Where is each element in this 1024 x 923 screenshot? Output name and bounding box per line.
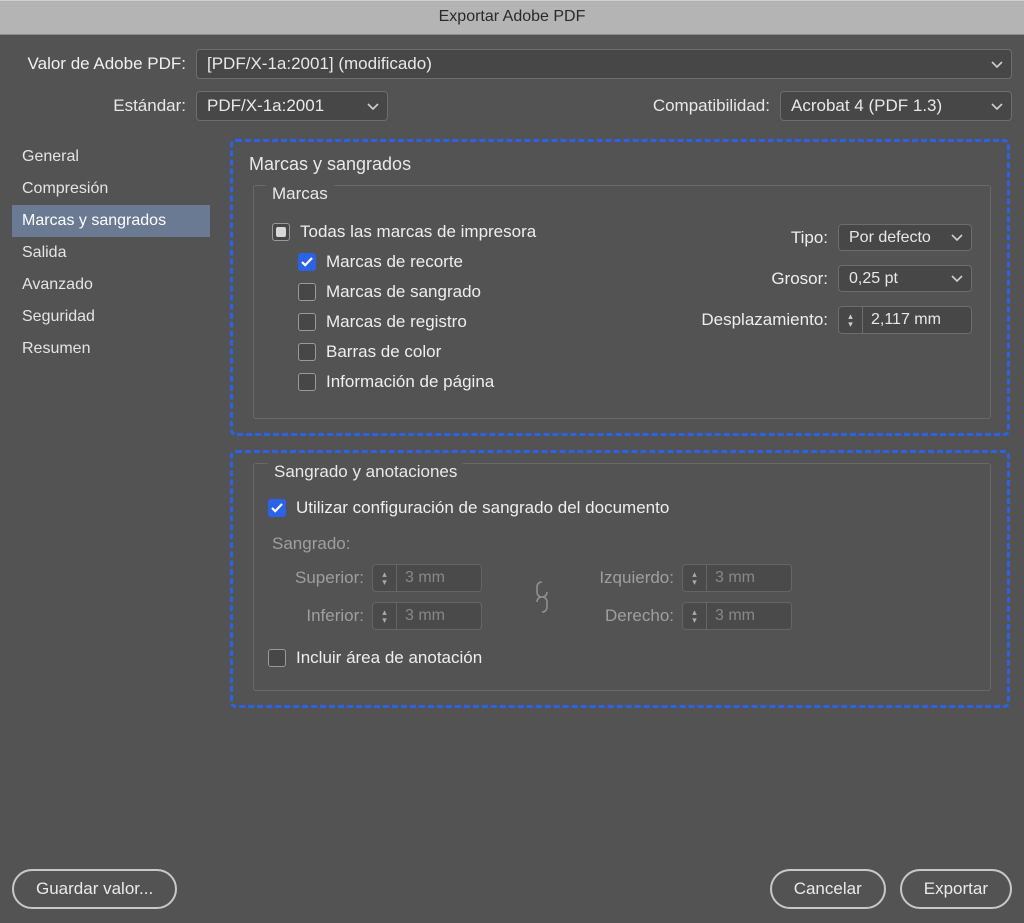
- bleed-marks-label: Marcas de sangrado: [326, 282, 481, 302]
- save-preset-button[interactable]: Guardar valor...: [12, 869, 177, 909]
- stepper-icon[interactable]: ▴▾: [839, 307, 863, 333]
- window-title: Exportar Adobe PDF: [0, 0, 1024, 35]
- bleed-group-label: Sangrado y anotaciones: [268, 462, 463, 482]
- sidebar-item-output[interactable]: Salida: [12, 237, 210, 269]
- compatibility-label: Compatibilidad:: [653, 96, 780, 116]
- registration-marks-label: Marcas de registro: [326, 312, 467, 332]
- marks-group-label: Marcas: [266, 184, 334, 204]
- sidebar-item-security[interactable]: Seguridad: [12, 301, 210, 333]
- include-slug-label: Incluir área de anotación: [296, 648, 482, 668]
- bleed-bottom-label: Inferior:: [272, 606, 372, 626]
- mark-weight-value: 0,25 pt: [849, 270, 898, 288]
- stepper-icon[interactable]: ▴▾: [683, 603, 707, 629]
- category-sidebar: General Compresión Marcas y sangrados Sa…: [12, 139, 210, 722]
- bleed-left-field[interactable]: ▴▾ 3 mm: [682, 564, 792, 592]
- bleed-subtitle: Sangrado:: [272, 534, 976, 554]
- sidebar-item-advanced[interactable]: Avanzado: [12, 269, 210, 301]
- mark-offset-field[interactable]: ▴▾ 2,117 mm: [838, 306, 972, 334]
- sidebar-item-summary[interactable]: Resumen: [12, 333, 210, 365]
- bleed-bottom-value: 3 mm: [397, 603, 481, 629]
- cancel-button[interactable]: Cancelar: [770, 869, 886, 909]
- mark-weight-label: Grosor:: [771, 269, 828, 289]
- mark-offset-value: 2,117 mm: [863, 307, 971, 333]
- page-info-checkbox[interactable]: Información de página: [298, 372, 642, 392]
- chevron-down-icon: [991, 54, 1003, 74]
- preset-label: Valor de Adobe PDF:: [12, 54, 196, 74]
- bleed-bottom-field[interactable]: ▴▾ 3 mm: [372, 602, 482, 630]
- bleed-marks-checkbox[interactable]: Marcas de sangrado: [298, 282, 642, 302]
- panel-title: Marcas y sangrados: [249, 154, 993, 175]
- mark-type-dropdown[interactable]: Por defecto: [838, 224, 972, 251]
- sidebar-item-marks-bleeds[interactable]: Marcas y sangrados: [12, 205, 210, 237]
- color-bars-checkbox[interactable]: Barras de color: [298, 342, 642, 362]
- bleed-right-field[interactable]: ▴▾ 3 mm: [682, 602, 792, 630]
- marks-fieldset: Marcas Todas las marcas de impresora Mar…: [253, 185, 991, 419]
- preset-value: [PDF/X-1a:2001] (modificado): [207, 54, 432, 74]
- stepper-icon[interactable]: ▴▾: [373, 603, 397, 629]
- compatibility-value: Acrobat 4 (PDF 1.3): [791, 96, 942, 116]
- use-document-bleed-label: Utilizar configuración de sangrado del d…: [296, 498, 669, 518]
- bleed-top-label: Superior:: [272, 568, 372, 588]
- link-icon[interactable]: [512, 580, 572, 614]
- crop-marks-label: Marcas de recorte: [326, 252, 463, 272]
- bleed-group-highlight: Sangrado y anotaciones Utilizar configur…: [230, 450, 1010, 708]
- marks-group-highlight: Marcas y sangrados Marcas Todas las marc…: [230, 139, 1010, 436]
- standard-dropdown[interactable]: PDF/X-1a:2001: [196, 91, 388, 121]
- standard-value: PDF/X-1a:2001: [207, 96, 324, 116]
- color-bars-label: Barras de color: [326, 342, 441, 362]
- crop-marks-checkbox[interactable]: Marcas de recorte: [298, 252, 642, 272]
- stepper-icon[interactable]: ▴▾: [683, 565, 707, 591]
- export-button[interactable]: Exportar: [900, 869, 1012, 909]
- include-slug-checkbox[interactable]: Incluir área de anotación: [268, 648, 976, 668]
- mark-offset-label: Desplazamiento:: [701, 310, 828, 330]
- bleed-top-value: 3 mm: [397, 565, 481, 591]
- sidebar-item-general[interactable]: General: [12, 141, 210, 173]
- chevron-down-icon: [951, 270, 963, 288]
- page-info-label: Información de página: [326, 372, 494, 392]
- bleed-left-value: 3 mm: [707, 565, 791, 591]
- bleed-fieldset: Sangrado y anotaciones Utilizar configur…: [253, 463, 991, 691]
- mark-type-value: Por defecto: [849, 229, 931, 247]
- stepper-icon[interactable]: ▴▾: [373, 565, 397, 591]
- chevron-down-icon: [991, 96, 1003, 116]
- compatibility-dropdown[interactable]: Acrobat 4 (PDF 1.3): [780, 91, 1012, 121]
- chevron-down-icon: [367, 96, 379, 116]
- mark-weight-dropdown[interactable]: 0,25 pt: [838, 265, 972, 292]
- all-printer-marks-label: Todas las marcas de impresora: [300, 222, 536, 242]
- bleed-right-value: 3 mm: [707, 603, 791, 629]
- preset-dropdown[interactable]: [PDF/X-1a:2001] (modificado): [196, 49, 1012, 79]
- registration-marks-checkbox[interactable]: Marcas de registro: [298, 312, 642, 332]
- all-printer-marks-checkbox[interactable]: Todas las marcas de impresora: [272, 222, 642, 242]
- bleed-left-label: Izquierdo:: [572, 568, 682, 588]
- standard-label: Estándar:: [12, 96, 196, 116]
- use-document-bleed-checkbox[interactable]: Utilizar configuración de sangrado del d…: [268, 498, 976, 518]
- mark-type-label: Tipo:: [791, 228, 828, 248]
- sidebar-item-compression[interactable]: Compresión: [12, 173, 210, 205]
- bleed-top-field[interactable]: ▴▾ 3 mm: [372, 564, 482, 592]
- bleed-right-label: Derecho:: [572, 606, 682, 626]
- chevron-down-icon: [951, 229, 963, 247]
